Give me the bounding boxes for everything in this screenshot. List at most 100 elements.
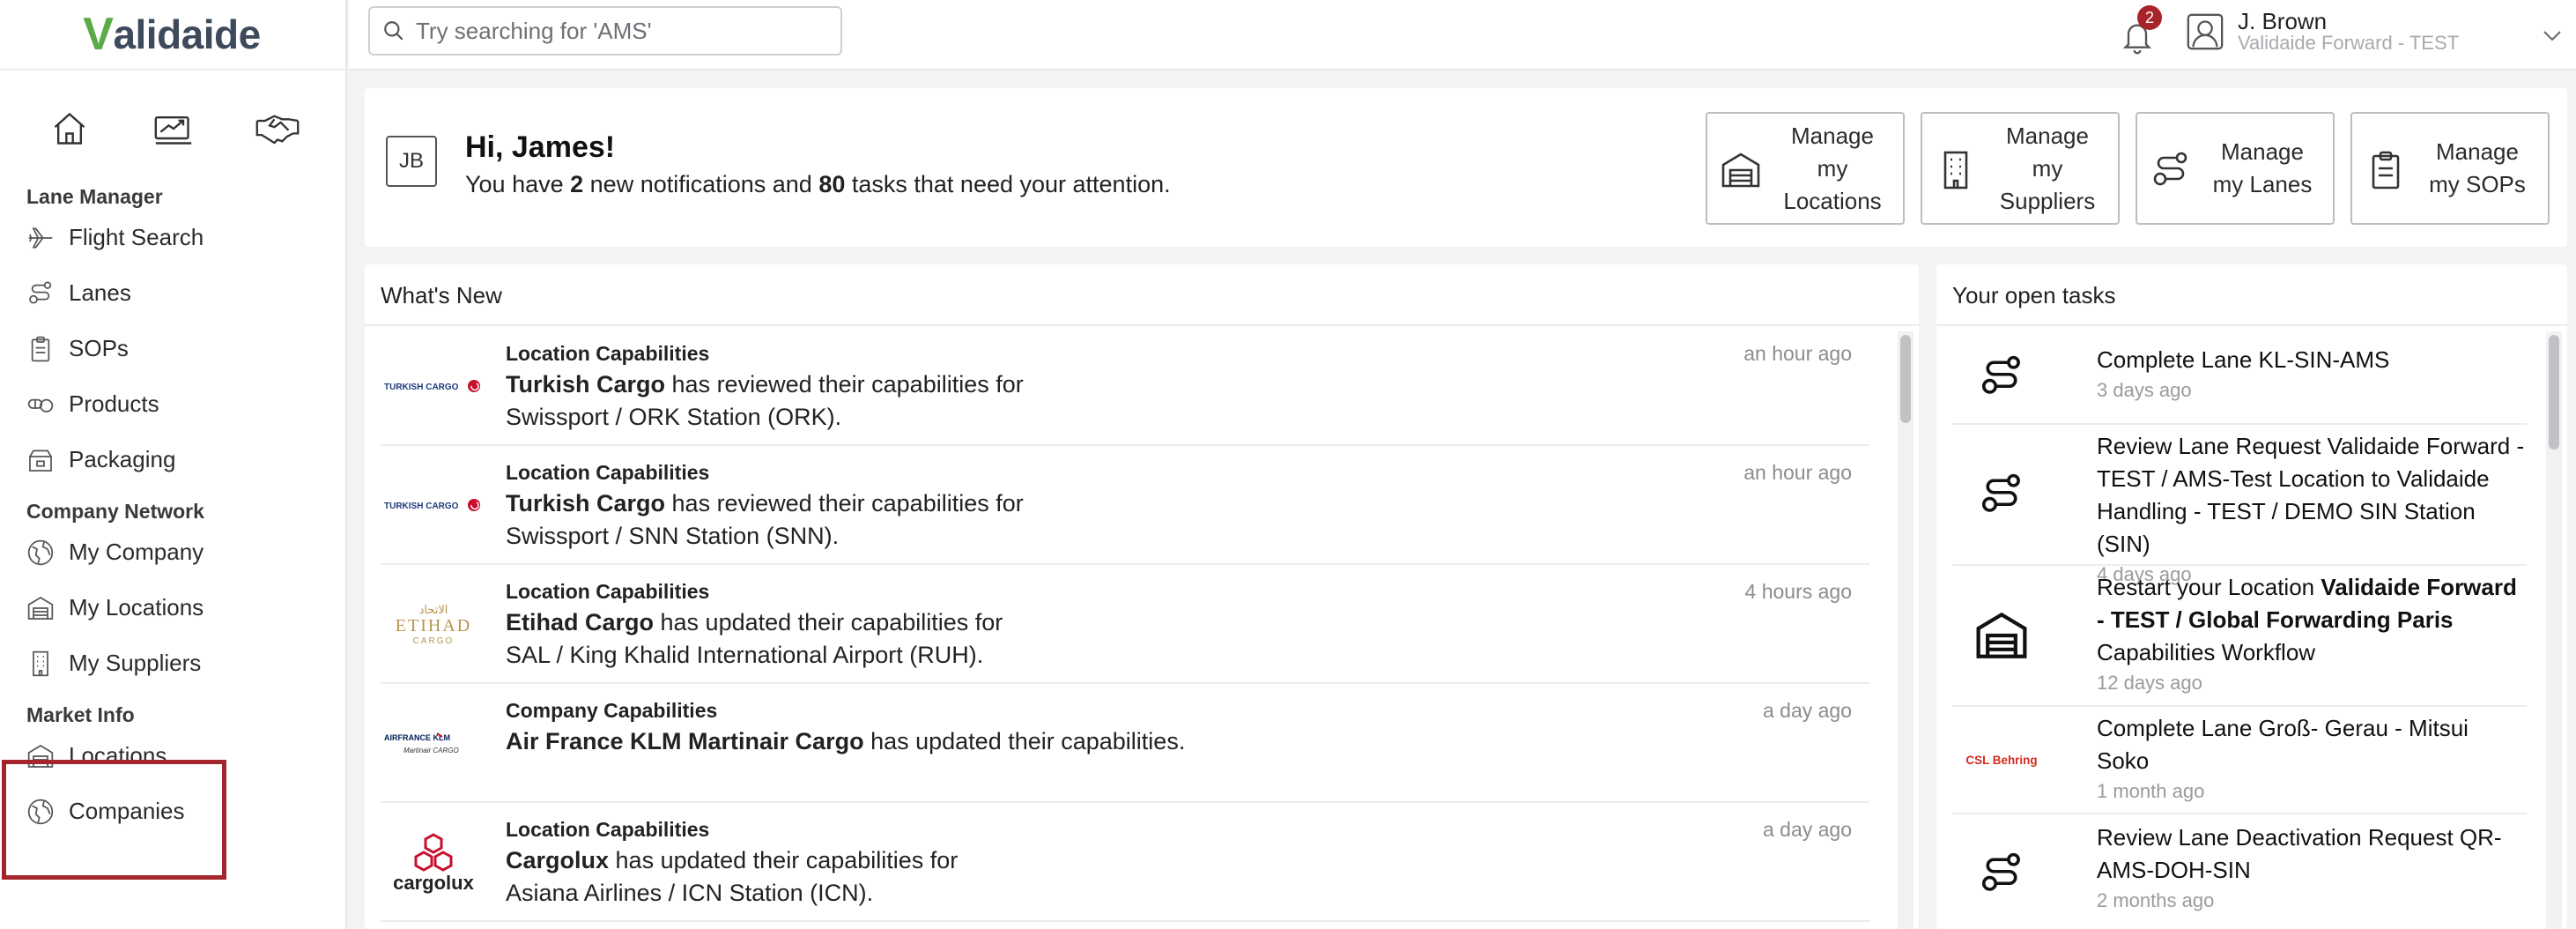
- sidebar-item-label: Lanes: [69, 279, 131, 306]
- news-time: a day ago: [1762, 699, 1852, 722]
- svg-text:Martinair CARGO: Martinair CARGO: [403, 747, 459, 754]
- sidebar-item-label: Packaging: [69, 446, 176, 472]
- warehouse-icon: [27, 596, 54, 620]
- news-time: 4 hours ago: [1744, 580, 1852, 603]
- sidebar-item-my-company[interactable]: My Company: [0, 524, 345, 580]
- cargolux-logo: cargolux: [381, 829, 486, 896]
- sidebar-item-products[interactable]: Products: [0, 376, 345, 432]
- news-item[interactable]: cargolux Location Capabilities Cargolux …: [381, 804, 1869, 922]
- whats-new-panel: What's New TURKISH CARGO Location Capabi…: [365, 264, 1919, 929]
- sidebar-item-flight-search[interactable]: Flight Search: [0, 210, 345, 265]
- sidebar-item-label: My Suppliers: [69, 650, 202, 676]
- sidebar-item-label: Products: [69, 390, 159, 417]
- sidebar-item-label: Flight Search: [69, 224, 204, 250]
- news-type: Location Capabilities: [506, 342, 710, 365]
- pills-icon: [27, 398, 54, 412]
- sidebar-quick-icons: [0, 97, 345, 160]
- sidebar-item-lanes[interactable]: Lanes: [0, 265, 345, 321]
- search-input[interactable]: [416, 17, 821, 45]
- package-icon: [29, 449, 52, 472]
- sidebar-item-my-suppliers[interactable]: My Suppliers: [0, 635, 345, 691]
- panel-title: What's New: [365, 264, 1919, 326]
- notifications-button[interactable]: 2: [2116, 5, 2162, 58]
- scrollbar-thumb[interactable]: [1900, 335, 1911, 423]
- task-time: 12 days ago: [2097, 672, 2202, 694]
- validaide-logo[interactable]: Validaide: [0, 0, 345, 71]
- chart-icon[interactable]: [150, 105, 197, 152]
- task-item[interactable]: Restart your Location Validaide Forward …: [1952, 566, 2527, 707]
- news-time: an hour ago: [1743, 461, 1852, 484]
- manage-sops-button[interactable]: Manage my SOPs: [2350, 112, 2550, 225]
- news-item[interactable]: AIRFRANCE KLM Martinair CARGO Company Cap…: [381, 685, 1869, 803]
- warehouse-icon: [1965, 606, 2039, 665]
- top-bar: 2 J. Brown Validaide Forward - TEST: [349, 0, 2576, 71]
- tasks-scrollbar[interactable]: [2546, 331, 2562, 929]
- section-company-network: Company Network: [26, 500, 204, 523]
- search-box[interactable]: [368, 6, 842, 56]
- task-item[interactable]: CSL Behring Complete Lane Groß- Gerau - …: [1952, 707, 2527, 814]
- news-text: Etihad Cargo has updated their capabilit…: [506, 609, 1003, 668]
- svg-text:ETIHAD: ETIHAD: [396, 616, 471, 635]
- svg-text:TURKISH CARGO: TURKISH CARGO: [384, 383, 459, 392]
- sidebar-item-packaging[interactable]: Packaging: [0, 432, 345, 487]
- building-icon: [33, 650, 48, 676]
- task-time: 2 months ago: [2097, 889, 2215, 911]
- manage-locations-button[interactable]: Manage my Locations: [1706, 112, 1905, 225]
- user-menu[interactable]: J. Brown Validaide Forward - TEST: [2185, 7, 2572, 56]
- news-type: Company Capabilities: [506, 699, 718, 722]
- manage-lanes-button[interactable]: Manage my Lanes: [2136, 112, 2335, 225]
- task-text: Restart your Location Validaide Forward …: [2097, 571, 2527, 697]
- sidebar-item-label: My Company: [69, 539, 204, 565]
- handshake-icon[interactable]: [254, 105, 301, 152]
- turkish-cargo-logo: TURKISH CARGO: [381, 472, 486, 539]
- search-icon: [384, 21, 403, 41]
- sidebar-item-label: My Locations: [69, 594, 204, 621]
- airplane-icon: [28, 227, 53, 249]
- chevron-down-icon[interactable]: [2543, 30, 2562, 42]
- task-item[interactable]: Review Lane Deactivation Request QR-AMS-…: [1952, 814, 2527, 929]
- task-text: Complete Lane Groß- Gerau - Mitsui Soko 1…: [2097, 712, 2527, 806]
- news-item[interactable]: TURKISH CARGO Location Capabilities Turk…: [381, 447, 1869, 565]
- scrollbar-thumb[interactable]: [2549, 335, 2559, 450]
- task-time: 1 month ago: [2097, 780, 2205, 802]
- sidebar-item-sops[interactable]: SOPs: [0, 321, 345, 376]
- user-name: J. Brown: [2238, 8, 2328, 34]
- news-text: Air France KLM Martinair Cargo has updat…: [506, 728, 1186, 754]
- svg-text:الاتحاد: الاتحاد: [419, 604, 448, 617]
- route-icon: [1965, 465, 2039, 524]
- news-text: Cargolux has updated their capabilities …: [506, 847, 959, 906]
- news-item[interactable]: الاتحاد ETIHAD CARGO Location Capabilities…: [381, 566, 1869, 684]
- news-type: Location Capabilities: [506, 461, 710, 484]
- route-icon: [1965, 347, 2039, 405]
- manage-suppliers-button[interactable]: Manage my Suppliers: [1921, 112, 2120, 225]
- sidebar-item-label: SOPs: [69, 335, 129, 361]
- greeting-summary: You have 2 new notifications and 80 task…: [465, 171, 1171, 197]
- news-item[interactable]: TURKISH CARGO Location Capabilities Turk…: [381, 328, 1869, 446]
- sidebar-item-my-locations[interactable]: My Locations: [0, 580, 345, 635]
- news-time: an hour ago: [1743, 342, 1852, 365]
- task-text: Review Lane Deactivation Request QR-AMS-…: [2097, 821, 2527, 915]
- news-text: Turkish Cargo has reviewed their capabil…: [506, 371, 1024, 430]
- home-icon[interactable]: [46, 105, 93, 152]
- etihad-cargo-logo: الاتحاد ETIHAD CARGO: [381, 591, 486, 658]
- news-text: Turkish Cargo has reviewed their capabil…: [506, 490, 1024, 549]
- greeting-title: Hi, James!: [465, 130, 616, 164]
- annotation-highlight-box: [2, 760, 226, 880]
- task-time: 3 days ago: [2097, 379, 2192, 401]
- task-item[interactable]: Review Lane Request Validaide Forward - …: [1952, 425, 2527, 585]
- globe-icon: [27, 539, 54, 565]
- user-avatar-icon: [2187, 13, 2224, 50]
- svg-text:TURKISH CARGO: TURKISH CARGO: [384, 502, 459, 511]
- route-icon: [29, 280, 52, 304]
- news-scrollbar[interactable]: [1898, 331, 1913, 929]
- warehouse-icon: [1721, 152, 1760, 188]
- news-type: Location Capabilities: [506, 818, 710, 841]
- air-france-klm-logo: AIRFRANCE KLM Martinair CARGO: [381, 710, 486, 777]
- task-count: 80: [818, 171, 846, 197]
- route-icon: [1965, 844, 2039, 903]
- task-item[interactable]: Complete Lane KL-SIN-AMS 3 days ago: [1952, 328, 2527, 425]
- task-text: Complete Lane KL-SIN-AMS 3 days ago: [2097, 344, 2527, 405]
- svg-text:cargolux: cargolux: [393, 872, 474, 894]
- section-market-info: Market Info: [26, 703, 135, 726]
- open-tasks-panel: Your open tasks Complete Lane KL-SIN-AMS…: [1936, 264, 2567, 929]
